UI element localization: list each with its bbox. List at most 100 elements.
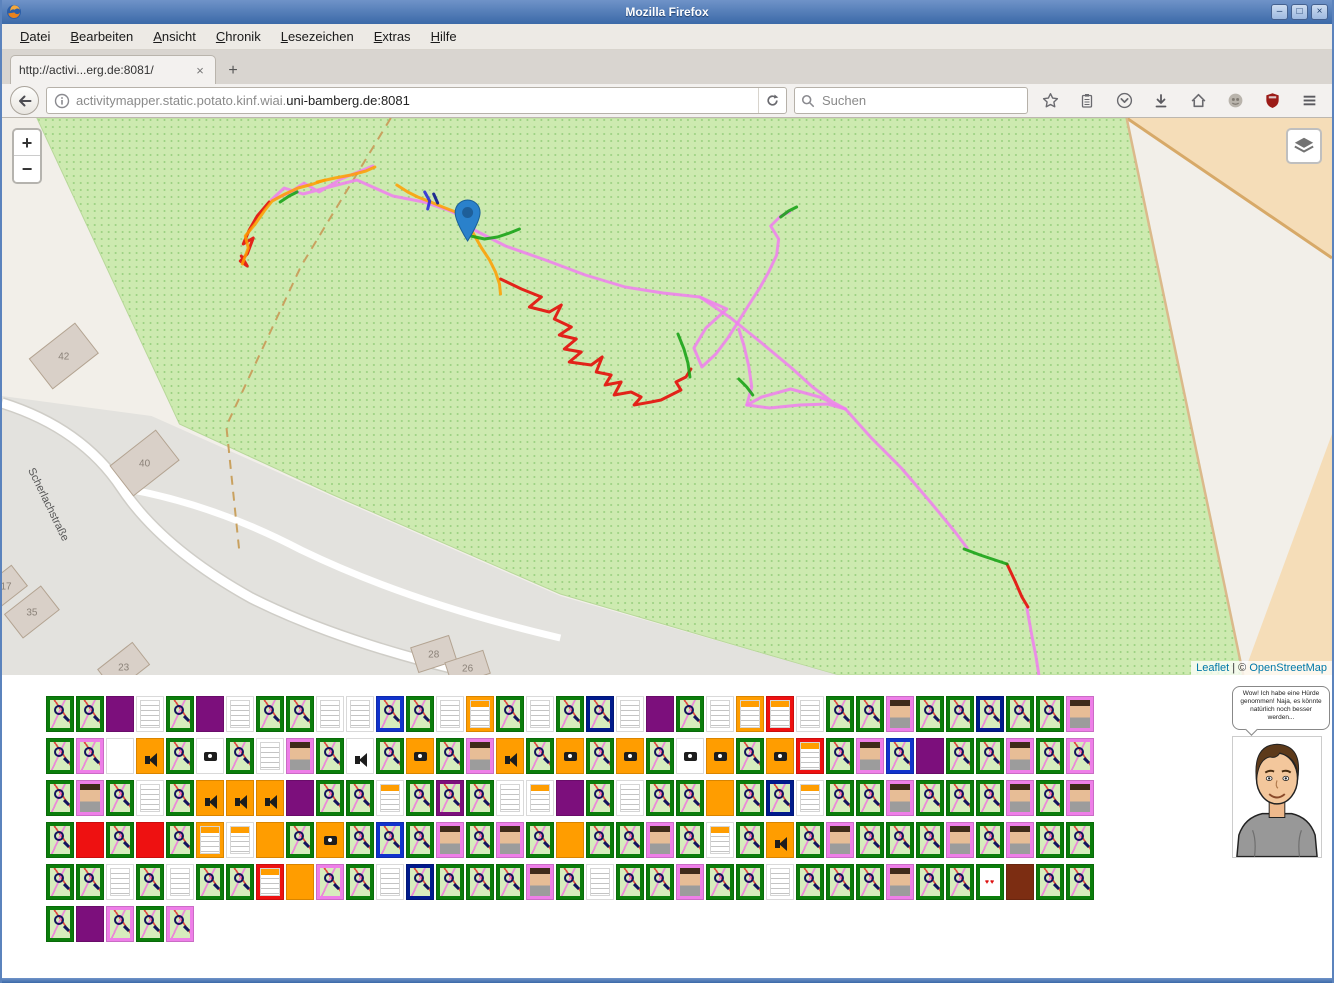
timeline-tile[interactable] xyxy=(436,864,464,900)
menu-item-ansicht[interactable]: Ansicht xyxy=(143,25,206,48)
timeline-tile[interactable] xyxy=(376,738,404,774)
timeline-tile[interactable] xyxy=(376,822,404,858)
timeline-tile[interactable] xyxy=(796,696,824,732)
timeline-tile[interactable] xyxy=(946,822,974,858)
timeline-tile[interactable] xyxy=(766,738,794,774)
timeline-tile[interactable] xyxy=(1036,822,1064,858)
timeline-tile[interactable] xyxy=(46,822,74,858)
timeline-tile[interactable] xyxy=(316,738,344,774)
search-input[interactable] xyxy=(820,92,1021,109)
timeline-tile[interactable] xyxy=(256,738,284,774)
timeline-tile[interactable] xyxy=(826,864,854,900)
timeline-tile[interactable] xyxy=(316,822,344,858)
timeline-tile[interactable] xyxy=(196,864,224,900)
timeline-tile[interactable] xyxy=(496,822,524,858)
timeline-tile[interactable] xyxy=(526,864,554,900)
timeline-tile[interactable] xyxy=(676,738,704,774)
timeline-tile[interactable] xyxy=(46,696,74,732)
timeline-tile[interactable] xyxy=(166,906,194,942)
timeline-tile[interactable] xyxy=(256,780,284,816)
timeline-tile[interactable] xyxy=(136,738,164,774)
timeline-tile[interactable] xyxy=(166,780,194,816)
timeline-tile[interactable] xyxy=(886,780,914,816)
timeline-tile[interactable] xyxy=(1066,822,1094,858)
downloads-button[interactable] xyxy=(1146,87,1176,115)
timeline-tile[interactable] xyxy=(886,822,914,858)
timeline-tile[interactable] xyxy=(496,864,524,900)
timeline-tile[interactable] xyxy=(256,696,284,732)
timeline-tile[interactable] xyxy=(586,696,614,732)
timeline-tile[interactable] xyxy=(886,696,914,732)
timeline-tile[interactable] xyxy=(166,696,194,732)
timeline-tile[interactable] xyxy=(766,696,794,732)
timeline-tile[interactable] xyxy=(1036,738,1064,774)
menu-item-bearbeiten[interactable]: Bearbeiten xyxy=(60,25,143,48)
timeline-tile[interactable] xyxy=(406,864,434,900)
timeline-tile[interactable] xyxy=(466,822,494,858)
bookmark-star-button[interactable] xyxy=(1035,87,1065,115)
timeline-tile[interactable] xyxy=(556,822,584,858)
osm-link[interactable]: OpenStreetMap xyxy=(1249,662,1327,674)
timeline-tile[interactable] xyxy=(676,780,704,816)
timeline-tile[interactable] xyxy=(496,780,524,816)
timeline-tile[interactable] xyxy=(616,780,644,816)
timeline-tile[interactable] xyxy=(586,864,614,900)
zoom-in-button[interactable]: + xyxy=(14,130,40,156)
timeline-tile[interactable] xyxy=(916,696,944,732)
timeline-tile[interactable] xyxy=(286,780,314,816)
timeline-tile[interactable] xyxy=(766,864,794,900)
timeline-tile[interactable] xyxy=(346,780,374,816)
timeline-tile[interactable] xyxy=(886,738,914,774)
timeline-tile[interactable] xyxy=(556,696,584,732)
timeline-tile[interactable] xyxy=(736,780,764,816)
timeline-tile[interactable] xyxy=(46,906,74,942)
timeline-tile[interactable] xyxy=(1036,696,1064,732)
timeline-tile[interactable] xyxy=(826,780,854,816)
timeline-tile[interactable] xyxy=(436,696,464,732)
timeline-tile[interactable] xyxy=(376,696,404,732)
timeline-tile[interactable] xyxy=(226,780,254,816)
close-button[interactable]: × xyxy=(1311,4,1328,20)
timeline-tile[interactable] xyxy=(436,738,464,774)
timeline-tile[interactable] xyxy=(586,822,614,858)
timeline-tile[interactable] xyxy=(1066,696,1094,732)
timeline-tile[interactable] xyxy=(106,864,134,900)
tab-close-button[interactable]: × xyxy=(193,63,207,78)
timeline-tile[interactable] xyxy=(1006,696,1034,732)
timeline-tile[interactable] xyxy=(346,696,374,732)
timeline-tile[interactable] xyxy=(736,738,764,774)
timeline-tile[interactable] xyxy=(166,738,194,774)
timeline-tile[interactable] xyxy=(106,738,134,774)
extension-button[interactable] xyxy=(1220,87,1250,115)
timeline-tile[interactable] xyxy=(916,822,944,858)
map[interactable]: 42403517232826 Scherlachstraße + − Leafl… xyxy=(2,118,1332,675)
timeline-tile[interactable] xyxy=(76,696,104,732)
timeline-tile[interactable] xyxy=(856,822,884,858)
timeline-tile[interactable] xyxy=(316,696,344,732)
bookmarks-list-button[interactable] xyxy=(1072,87,1102,115)
timeline-tile[interactable] xyxy=(316,780,344,816)
timeline-tile[interactable] xyxy=(646,780,674,816)
timeline-tile[interactable] xyxy=(736,822,764,858)
timeline-tile[interactable] xyxy=(736,864,764,900)
timeline-tile[interactable] xyxy=(676,864,704,900)
timeline-tile[interactable] xyxy=(256,864,284,900)
timeline-tile[interactable] xyxy=(1066,738,1094,774)
timeline-tile[interactable] xyxy=(136,822,164,858)
timeline-tile[interactable] xyxy=(406,738,434,774)
timeline-tile[interactable] xyxy=(706,864,734,900)
timeline-tile[interactable] xyxy=(286,864,314,900)
timeline-tile[interactable] xyxy=(466,864,494,900)
timeline-tile[interactable] xyxy=(946,738,974,774)
new-tab-button[interactable]: + xyxy=(220,58,246,84)
timeline-tile[interactable] xyxy=(706,822,734,858)
timeline-tile[interactable] xyxy=(586,738,614,774)
timeline-tile[interactable] xyxy=(586,780,614,816)
menu-item-extras[interactable]: Extras xyxy=(364,25,421,48)
timeline-tile[interactable] xyxy=(526,780,554,816)
timeline-tile[interactable]: ♥♥ xyxy=(976,864,1004,900)
timeline-tile[interactable] xyxy=(856,864,884,900)
timeline-tile[interactable] xyxy=(166,864,194,900)
timeline-tile[interactable] xyxy=(106,822,134,858)
timeline-tile[interactable] xyxy=(406,822,434,858)
